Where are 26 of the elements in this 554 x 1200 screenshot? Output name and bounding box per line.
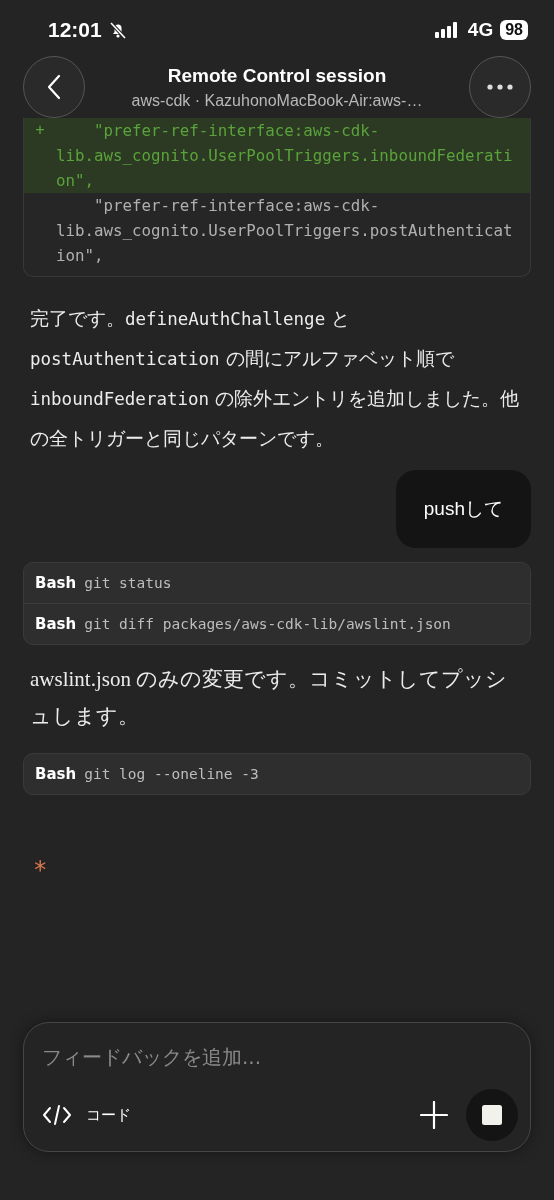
plus-icon (420, 1101, 448, 1129)
diff-marker: + (34, 120, 46, 141)
code-mode-button[interactable]: コード (42, 1103, 131, 1127)
network-label: 4G (467, 19, 494, 41)
code-icon (42, 1103, 72, 1127)
back-chevron-icon (47, 74, 61, 100)
session-title: Remote Control session (167, 64, 387, 87)
stop-button[interactable] (466, 1089, 518, 1141)
clock-time: 12:01 (48, 18, 102, 42)
working-indicator: * (33, 856, 48, 884)
user-message: pushして (395, 470, 531, 548)
tool-name: Bash (35, 574, 77, 592)
diff-line: "prefer-ref-interface:aws-cdk-lib.aws_cognito.UserPoolTriggers.postAuthentication", (56, 195, 514, 267)
tool-name: Bash (35, 765, 77, 783)
diff-line: "prefer-ref-interface:aws-cdk-lib.aws_cognito.UserPoolTriggers.inboundFederation", (56, 120, 514, 192)
tool-name: Bash (35, 615, 77, 633)
assistant-message: 完了です。defineAuthChallenge と postAuthentication の間にアルファベット順で inboundFederation の除外エントリを追加しました。他の全トリガーと同じパターンです。 (30, 306, 521, 451)
ellipsis-icon (487, 84, 513, 90)
tool-command: git diff packages/aws-cdk-lib/awslint.json (84, 616, 451, 632)
tool-command: git log --oneline -3 (84, 766, 259, 782)
battery-level: 98 (500, 20, 528, 40)
feedback-input[interactable]: フィードバックを追加... (42, 1041, 518, 1073)
session-subtitle: aws-cdk · KazuhonoMacBook-Air:aws-… (131, 91, 423, 110)
assistant-message: awslint.json のみの変更です。コミットしてプッシュします。 (30, 666, 509, 730)
stop-icon (482, 1105, 502, 1125)
tool-command: git status (84, 575, 172, 591)
